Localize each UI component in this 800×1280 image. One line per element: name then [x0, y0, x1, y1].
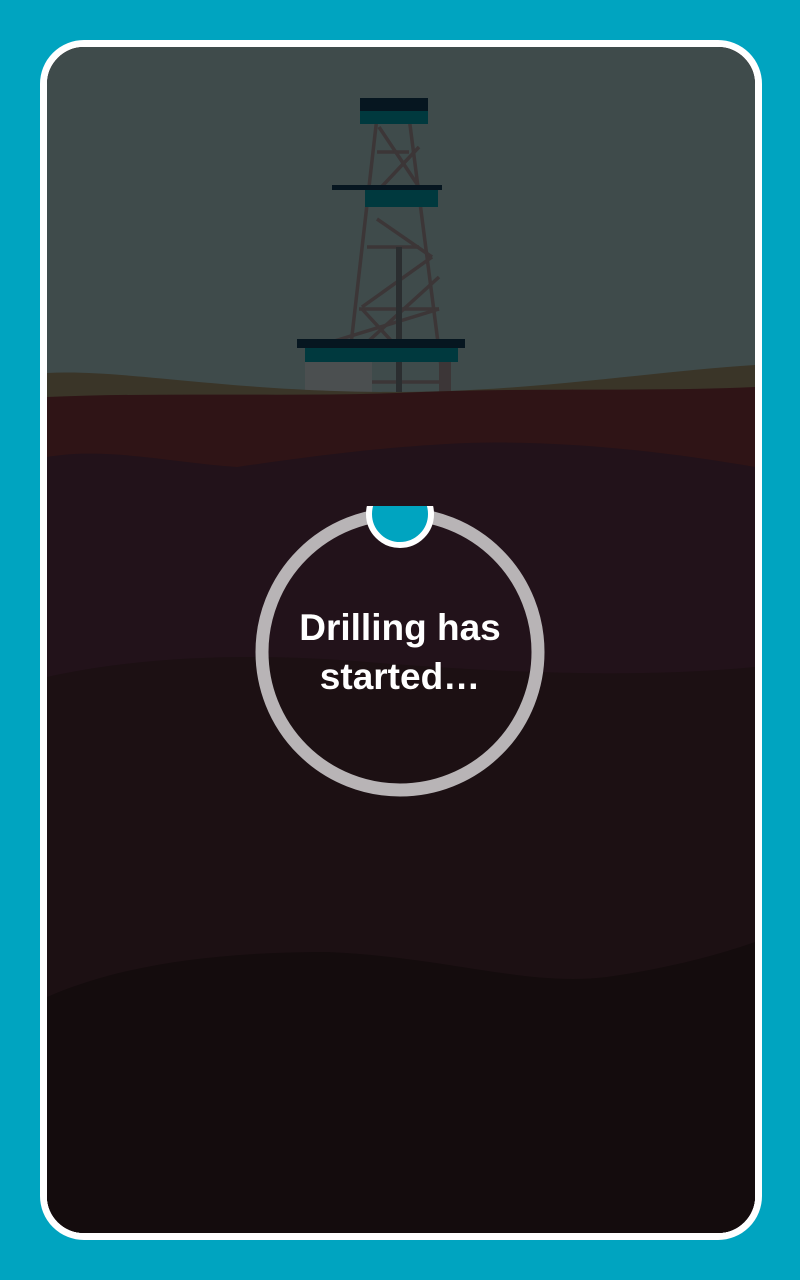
loading-message: Drilling has started… [299, 607, 501, 697]
soil-layer-4 [47, 942, 755, 1233]
game-card: Drilling has started… [40, 40, 762, 1240]
drilling-progress-ring: Drilling has started… [254, 506, 546, 798]
